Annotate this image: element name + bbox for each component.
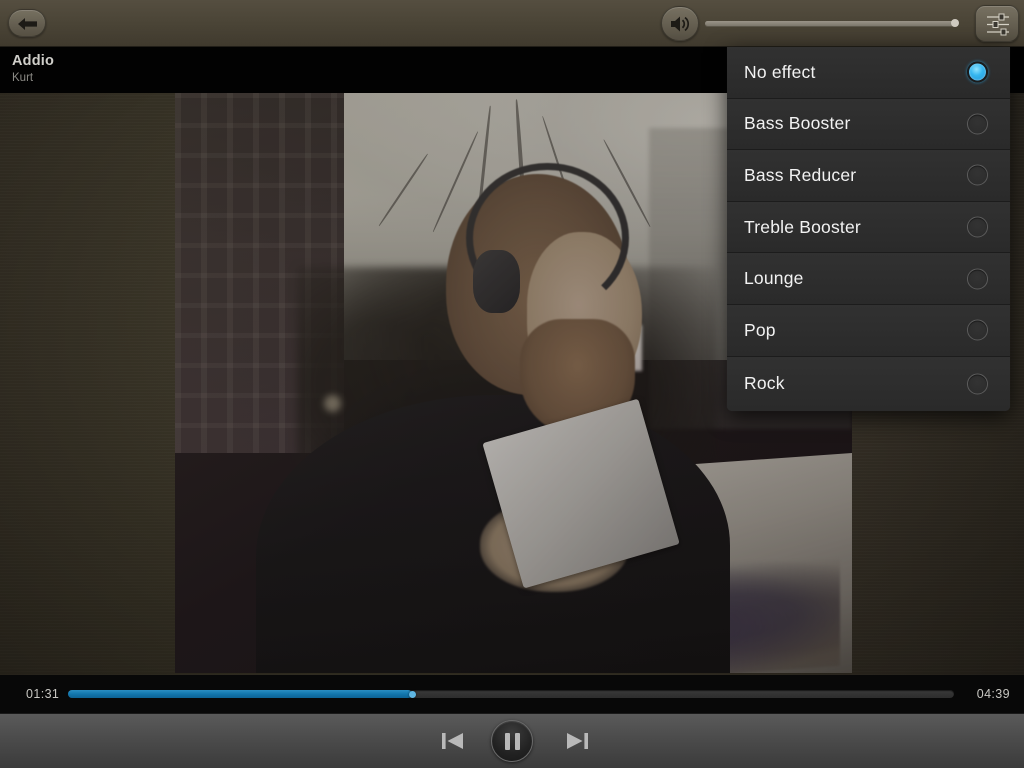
volume-slider[interactable] (705, 19, 959, 27)
seek-progress-fill (68, 690, 412, 698)
effect-option-label: Treble Booster (744, 216, 861, 237)
volume-up-icon (671, 16, 689, 31)
track-title: Addio (12, 53, 55, 69)
effect-radio[interactable] (967, 373, 988, 395)
audio-effects-menu[interactable]: No effect Bass Booster Bass Reducer Treb… (727, 47, 1010, 411)
back-arrow-icon (18, 18, 37, 30)
effect-option-label: Rock (744, 373, 785, 394)
volume-button[interactable] (661, 6, 699, 41)
back-button[interactable] (8, 9, 46, 37)
equalizer-button[interactable] (975, 5, 1019, 42)
equalizer-icon (987, 13, 1009, 36)
effect-option-lounge[interactable]: Lounge (727, 253, 1010, 305)
effect-option-no-effect[interactable]: No effect (727, 47, 1010, 99)
effect-option-treble-booster[interactable]: Treble Booster (727, 201, 1010, 254)
pause-button[interactable] (491, 720, 533, 762)
pause-icon-bar-right (514, 732, 520, 750)
effect-option-pop[interactable]: Pop (727, 304, 1010, 357)
effect-radio[interactable] (967, 216, 988, 238)
effect-radio[interactable] (967, 319, 988, 341)
effect-radio-selected[interactable] (967, 61, 988, 83)
effect-option-label: Pop (744, 319, 776, 340)
playback-control-bar (0, 713, 1024, 768)
track-artist: Kurt (12, 72, 34, 84)
previous-track-icon (442, 733, 463, 749)
effect-option-rock[interactable]: Rock (727, 356, 1010, 411)
top-toolbar (0, 0, 1024, 47)
next-track-icon (567, 733, 588, 749)
volume-slider-track[interactable] (705, 21, 957, 26)
effect-option-bass-reducer[interactable]: Bass Reducer (727, 150, 1010, 202)
effect-option-label: Bass Reducer (744, 164, 857, 185)
pause-icon-bar-left (504, 732, 510, 750)
seek-slider[interactable] (68, 690, 954, 698)
effect-option-label: No effect (744, 61, 816, 82)
elapsed-time: 01:31 (26, 687, 60, 701)
total-duration: 04:39 (976, 687, 1010, 701)
effect-radio[interactable] (967, 113, 988, 135)
effect-option-bass-booster[interactable]: Bass Booster (727, 98, 1010, 151)
seek-bar: 01:31 04:39 (0, 675, 1024, 713)
seek-slider-thumb[interactable] (408, 691, 416, 698)
effect-radio[interactable] (967, 164, 988, 186)
effect-radio[interactable] (967, 268, 988, 290)
media-player-window: Addio Kurt No effect Bass Booster Bass R… (0, 0, 1024, 768)
effect-option-label: Lounge (744, 268, 804, 289)
volume-slider-thumb[interactable] (951, 19, 959, 27)
effect-option-label: Bass Booster (744, 113, 851, 134)
next-track-button[interactable] (562, 726, 592, 756)
previous-track-button[interactable] (438, 726, 468, 756)
